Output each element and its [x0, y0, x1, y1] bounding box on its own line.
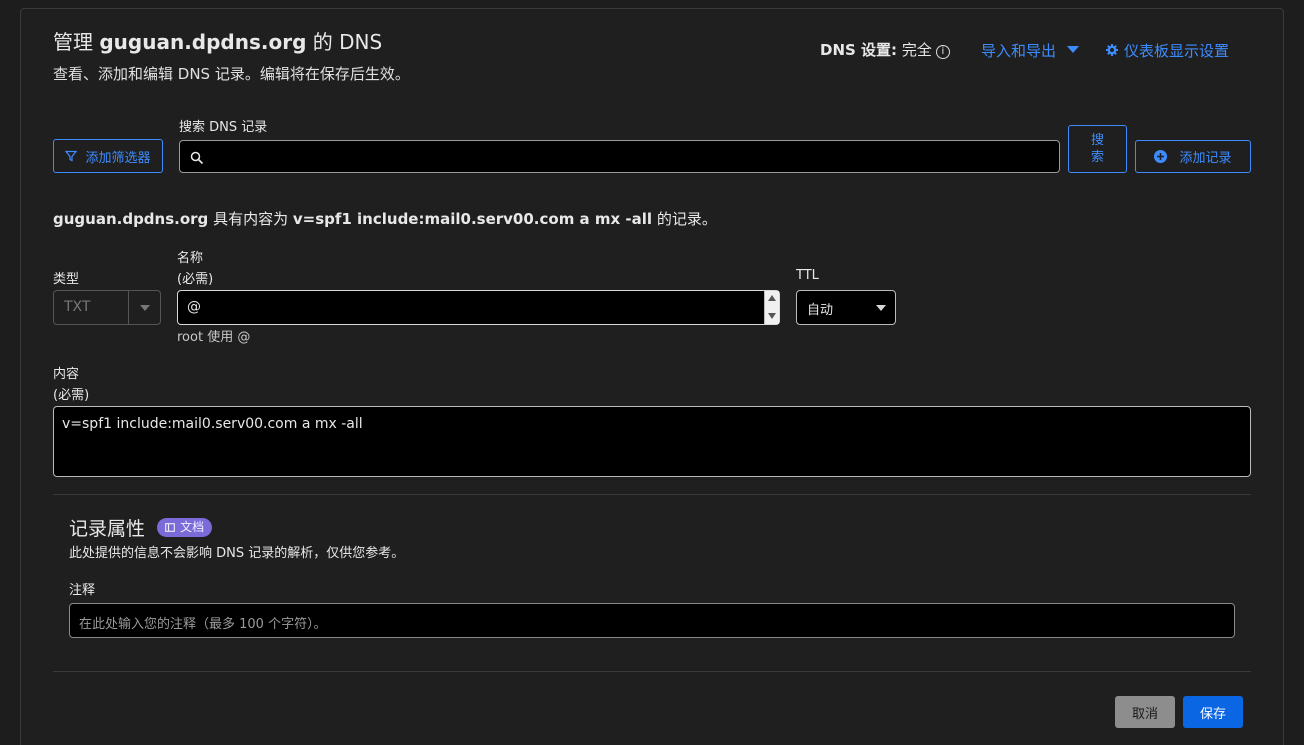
attributes-title: 记录属性 文档: [69, 514, 213, 541]
add-filter-button[interactable]: 添加筛选器: [53, 139, 163, 173]
search-icon: [190, 151, 204, 165]
name-required: (必需): [177, 272, 214, 287]
dns-setting-status: DNS 设置: 完全 i: [820, 39, 950, 60]
name-hint: root 使用 @: [177, 330, 251, 345]
save-button[interactable]: 保存: [1183, 696, 1243, 728]
spinner-down-icon: [768, 313, 776, 319]
content-value: v=spf1 include:mail0.serv00.com a mx -al…: [62, 416, 363, 432]
section-divider: [53, 671, 1251, 672]
plus-circle-icon: [1154, 150, 1168, 163]
comment-label: 注释: [69, 583, 96, 598]
doc-badge[interactable]: 文档: [157, 518, 213, 537]
ttl-value: 自动: [807, 303, 834, 318]
search-input[interactable]: [179, 140, 1060, 173]
chevron-down-icon: [140, 305, 150, 311]
content-textarea[interactable]: v=spf1 include:mail0.serv00.com a mx -al…: [53, 406, 1251, 477]
name-value: @: [187, 299, 201, 315]
record-notice: guguan.dpdns.org 具有内容为 v=spf1 include:ma…: [53, 210, 717, 228]
type-label: 类型: [53, 272, 80, 287]
import-export-dropdown[interactable]: 导入和导出: [981, 40, 1079, 61]
type-select[interactable]: TXT: [53, 290, 161, 325]
ttl-select[interactable]: 自动: [796, 290, 896, 325]
info-icon[interactable]: i: [935, 45, 950, 59]
content-label: 内容: [53, 367, 80, 382]
dashboard-settings-link[interactable]: 仪表板显示设置: [1106, 40, 1229, 61]
book-icon: [165, 523, 175, 532]
dns-management-card: 管理 guguan.dpdns.org 的 DNS 查看、添加和编辑 DNS 记…: [20, 8, 1284, 745]
section-divider: [53, 494, 1251, 495]
name-input[interactable]: @: [177, 290, 780, 325]
page-subtitle: 查看、添加和编辑 DNS 记录。编辑将在保存后生效。: [53, 65, 410, 83]
attributes-description: 此处提供的信息不会影响 DNS 记录的解析，仅供您参考。: [69, 546, 405, 561]
search-button[interactable]: 搜 索: [1068, 125, 1127, 173]
type-value: TXT: [64, 299, 91, 315]
comment-placeholder: 在此处输入您的注释（最多 100 个字符）。: [79, 617, 327, 632]
search-label: 搜索 DNS 记录: [179, 120, 268, 135]
name-label: 名称: [177, 251, 204, 266]
cancel-button[interactable]: 取消: [1115, 696, 1175, 728]
comment-input[interactable]: 在此处输入您的注释（最多 100 个字符）。: [69, 603, 1235, 638]
caret-down-icon: [1066, 46, 1079, 53]
add-record-button[interactable]: 添加记录: [1135, 140, 1251, 173]
ttl-label: TTL: [796, 268, 819, 283]
spinner-up-icon: [768, 295, 776, 301]
chevron-down-icon: [876, 305, 886, 311]
name-spinner[interactable]: [764, 291, 779, 324]
content-required: (必需): [53, 388, 90, 403]
filter-icon: [65, 150, 78, 162]
gear-icon: [1106, 44, 1118, 56]
page-title: 管理 guguan.dpdns.org 的 DNS: [53, 30, 383, 54]
